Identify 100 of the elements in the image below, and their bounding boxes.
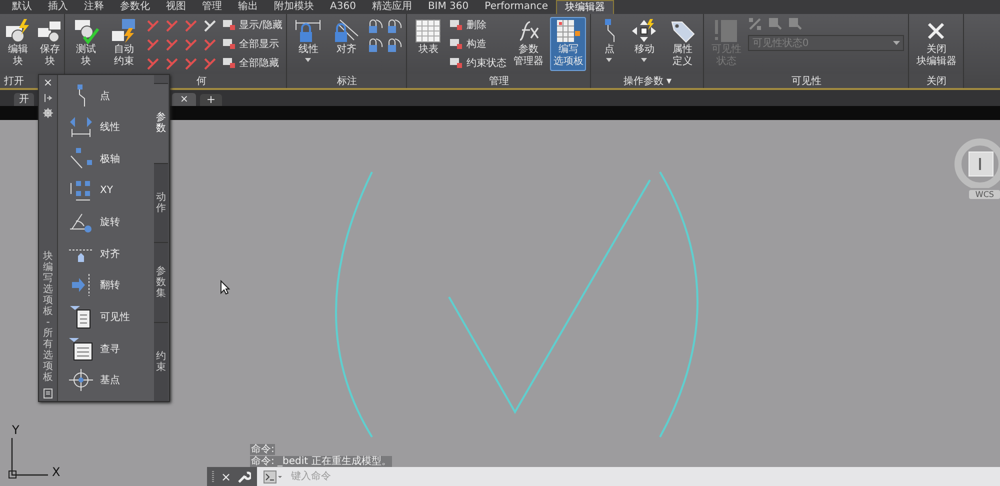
ribbon-button[interactable]: 删除: [449, 17, 506, 33]
wrench-icon[interactable]: [237, 470, 252, 484]
constraint-icon[interactable]: [202, 18, 218, 34]
basepoint-icon: [68, 368, 94, 392]
panel-label: 何: [196, 75, 206, 88]
ribbon-button[interactable]: 自动 约束: [107, 17, 141, 71]
percent-icon[interactable]: [748, 17, 762, 31]
cursor-icon: [220, 280, 230, 295]
block-small-icon: [222, 19, 236, 31]
axis-label: X: [52, 465, 60, 479]
constraint-icon[interactable]: [183, 56, 199, 72]
table-icon: [414, 18, 442, 44]
prompt-icon[interactable]: [263, 470, 284, 484]
ribbon-button[interactable]: 块表: [411, 17, 446, 59]
ribbon-tab[interactable]: 附加模块: [266, 0, 322, 14]
palette-tab[interactable]: 参数集: [154, 242, 168, 322]
palette-tool[interactable]: 可见性: [68, 301, 154, 333]
ribbon-tab[interactable]: Performance: [476, 0, 556, 14]
palette-tool[interactable]: 翻转: [68, 270, 154, 302]
panel-label: 关闭: [926, 74, 946, 88]
ribbon-button[interactable]: 显示/隐藏: [222, 17, 282, 33]
palette-tool[interactable]: 点: [68, 80, 154, 112]
palette-tab[interactable]: 约束: [154, 322, 168, 401]
ribbon-button[interactable]: 关闭 块编辑器: [913, 17, 960, 71]
palette-tool[interactable]: 极轴: [68, 143, 154, 175]
ribbon-button[interactable]: 全部隐藏: [222, 55, 282, 71]
window-check-icon: [72, 18, 100, 44]
constraint-icon[interactable]: [164, 56, 180, 72]
linear-parameter-icon: [68, 115, 94, 140]
lock-icon[interactable]: [367, 18, 384, 34]
ribbon-tab[interactable]: BIM 360: [420, 0, 477, 14]
lock-dimension-icon: [294, 18, 322, 44]
grip-icon[interactable]: [211, 470, 215, 484]
palette-tool[interactable]: XY: [68, 174, 154, 206]
ribbon-button[interactable]: 约束状态: [449, 55, 506, 71]
lookup-parameter-icon: [68, 336, 94, 361]
new-tab-button[interactable]: +: [200, 94, 222, 106]
palette-icon: [554, 18, 582, 44]
auto-hide-icon[interactable]: [43, 93, 53, 103]
block-small-icon: [449, 19, 464, 31]
block-small-icon: [449, 38, 464, 50]
ribbon-button[interactable]: 线性: [291, 17, 326, 65]
palette-tool[interactable]: 基点: [68, 364, 154, 396]
ribbon-tab[interactable]: 注释: [76, 0, 112, 14]
ribbon-button[interactable]: 全部显示: [222, 36, 282, 52]
palette-menu-icon[interactable]: [42, 388, 54, 399]
ribbon-tab[interactable]: 视图: [158, 0, 194, 14]
palette-tool[interactable]: 对齐: [68, 238, 154, 270]
point-parameter-icon: [604, 18, 615, 43]
close-button[interactable]: ×: [43, 77, 53, 88]
settings-icon[interactable]: [43, 108, 53, 118]
ribbon-button[interactable]: 移动: [627, 17, 662, 65]
ribbon-button[interactable]: 编写 选项板: [550, 17, 586, 71]
ribbon-tab[interactable]: 块编辑器: [556, 0, 614, 14]
ribbon-button[interactable]: 保存 块: [36, 17, 64, 71]
palette-tab[interactable]: 参数: [154, 83, 168, 162]
ucs-icon: [8, 437, 50, 479]
move-arrows-icon: [630, 18, 658, 44]
constraint-icon[interactable]: [145, 56, 161, 72]
lock-icon[interactable]: [367, 37, 384, 53]
ribbon-tab[interactable]: A360: [322, 0, 364, 14]
ribbon-tab[interactable]: 输出: [230, 0, 266, 14]
palette-title: 块编写选项板 - 所有选项板: [43, 251, 53, 383]
ribbon-tab[interactable]: 默认: [4, 0, 40, 14]
cursor-box-icon[interactable]: [768, 17, 782, 31]
constraint-icon[interactable]: [202, 56, 218, 72]
ribbon-button[interactable]: 点: [595, 17, 624, 65]
ribbon-tab[interactable]: 管理: [194, 0, 230, 14]
ribbon-button[interactable]: 对齐: [329, 17, 364, 59]
ribbon-tab[interactable]: 插入: [40, 0, 76, 14]
ribbon-button[interactable]: 参数 管理器: [510, 17, 546, 71]
block-small-icon: [222, 57, 236, 69]
point-parameter-icon: [77, 84, 86, 108]
document-tab[interactable]: 开: [14, 93, 34, 106]
ribbon-button[interactable]: 构造: [449, 36, 506, 52]
block-small-icon: [222, 38, 236, 50]
palette-tool[interactable]: 线性: [68, 112, 154, 144]
ribbon-tab[interactable]: 参数化: [112, 0, 158, 14]
ribbon-button[interactable]: 编辑 块: [4, 17, 32, 71]
panel-label: 可见性: [791, 74, 822, 88]
wcs-menu[interactable]: WCS: [969, 190, 1000, 199]
ribbon-tab[interactable]: 精选应用: [364, 0, 420, 14]
lock-icon[interactable]: [386, 37, 402, 53]
caret-icon: [893, 41, 900, 45]
ribbon-button[interactable]: 属性 定义: [665, 17, 700, 71]
panel-label: 标注: [336, 74, 357, 88]
lock-icon[interactable]: [386, 18, 402, 34]
palette-tool[interactable]: 查寻: [68, 332, 154, 364]
command-input[interactable]: 键入命令: [289, 470, 1000, 483]
palette-tool[interactable]: 旋转: [68, 206, 154, 238]
command-field[interactable]: 键入命令: [257, 467, 1000, 486]
polar-parameter-icon: [68, 146, 94, 171]
close-button[interactable]: ×: [221, 470, 232, 484]
axis-label: Y: [12, 423, 20, 437]
block-lightning-icon: [4, 18, 32, 44]
cursor-box-icon[interactable]: [788, 17, 802, 31]
panel-label: 打开: [4, 74, 24, 88]
palette-tab[interactable]: 动作: [154, 162, 168, 242]
ribbon-button[interactable]: 测试 块: [69, 17, 103, 71]
document-tab[interactable]: ×: [172, 93, 196, 106]
